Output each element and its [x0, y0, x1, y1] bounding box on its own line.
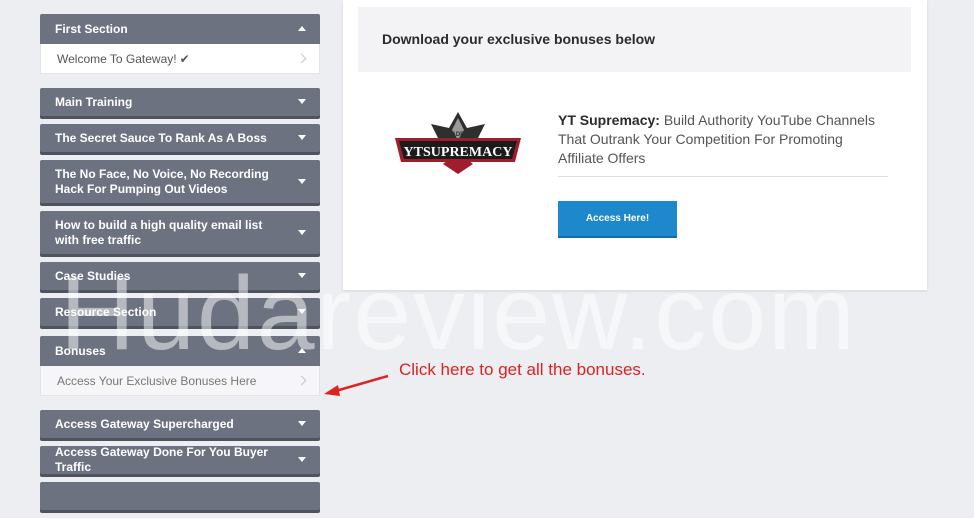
- section-title: First Section: [55, 21, 128, 36]
- content-header: Download your exclusive bonuses below: [358, 7, 911, 72]
- section-bonuses[interactable]: Bonuses: [40, 336, 320, 366]
- section-resource[interactable]: Resource Section: [40, 298, 320, 326]
- annotation-text: Click here to get all the bonuses.: [399, 360, 646, 379]
- section-title: Access Gateway Supercharged: [55, 416, 234, 431]
- lesson-label: Access Your Exclusive Bonuses Here: [57, 373, 257, 388]
- section-supercharged[interactable]: Access Gateway Supercharged: [40, 410, 320, 438]
- caret-down-icon: [298, 457, 306, 462]
- section-title: Main Training: [55, 94, 133, 109]
- caret-up-icon: [298, 26, 306, 31]
- course-sidebar: First Section Welcome To Gateway! ✔ Main…: [40, 14, 320, 518]
- lesson-label: Welcome To Gateway!: [57, 51, 177, 66]
- logo-subtext: ACADEMY: [443, 132, 473, 138]
- yt-supremacy-logo: ACADEMY YTSUPREMACY: [395, 112, 521, 174]
- content-panel: Download your exclusive bonuses below AC…: [343, 0, 927, 290]
- caret-down-icon: [298, 309, 306, 314]
- product-name: YT Supremacy:: [558, 112, 660, 128]
- section-main-training[interactable]: Main Training: [40, 88, 320, 116]
- logo-text: YTSUPREMACY: [404, 145, 513, 160]
- caret-down-icon: [298, 135, 306, 140]
- lesson-welcome[interactable]: Welcome To Gateway! ✔: [40, 44, 320, 74]
- section-email-list[interactable]: How to build a high quality email list w…: [40, 211, 320, 254]
- annotation-arrow-icon: [324, 374, 389, 396]
- section-title: Access Gateway Done For You Buyer Traffi…: [55, 445, 268, 474]
- caret-down-icon: [298, 229, 306, 235]
- section-first[interactable]: First Section: [40, 14, 320, 44]
- lesson-bonuses[interactable]: Access Your Exclusive Bonuses Here: [40, 366, 320, 396]
- check-icon: ✔: [179, 51, 190, 66]
- caret-up-icon: [298, 348, 306, 353]
- caret-down-icon: [298, 273, 306, 278]
- section-title: The No Face, No Voice, No Recording Hack…: [55, 166, 269, 196]
- section-next[interactable]: [40, 482, 320, 510]
- page-title: Download your exclusive bonuses below: [382, 31, 656, 47]
- chevron-right-icon: [296, 375, 307, 386]
- section-no-face[interactable]: The No Face, No Voice, No Recording Hack…: [40, 160, 320, 203]
- section-title: How to build a high quality email list w…: [55, 217, 263, 247]
- section-secret-sauce[interactable]: The Secret Sauce To Rank As A Boss: [40, 124, 320, 152]
- access-here-button[interactable]: Access Here!: [558, 201, 677, 236]
- section-title: Bonuses: [55, 343, 106, 358]
- chevron-right-icon: [296, 53, 307, 64]
- caret-down-icon: [298, 421, 306, 426]
- section-case-studies[interactable]: Case Studies: [40, 262, 320, 290]
- divider: [558, 176, 888, 177]
- section-title: The Secret Sauce To Rank As A Boss: [55, 130, 267, 145]
- product-description: YT Supremacy: Build Authority YouTube Ch…: [558, 111, 888, 168]
- section-title: Resource Section: [55, 304, 157, 319]
- caret-down-icon: [298, 178, 306, 184]
- caret-down-icon: [298, 99, 306, 104]
- section-title: Case Studies: [55, 268, 131, 283]
- section-done-for-you[interactable]: Access Gateway Done For You Buyer Traffi…: [40, 445, 320, 474]
